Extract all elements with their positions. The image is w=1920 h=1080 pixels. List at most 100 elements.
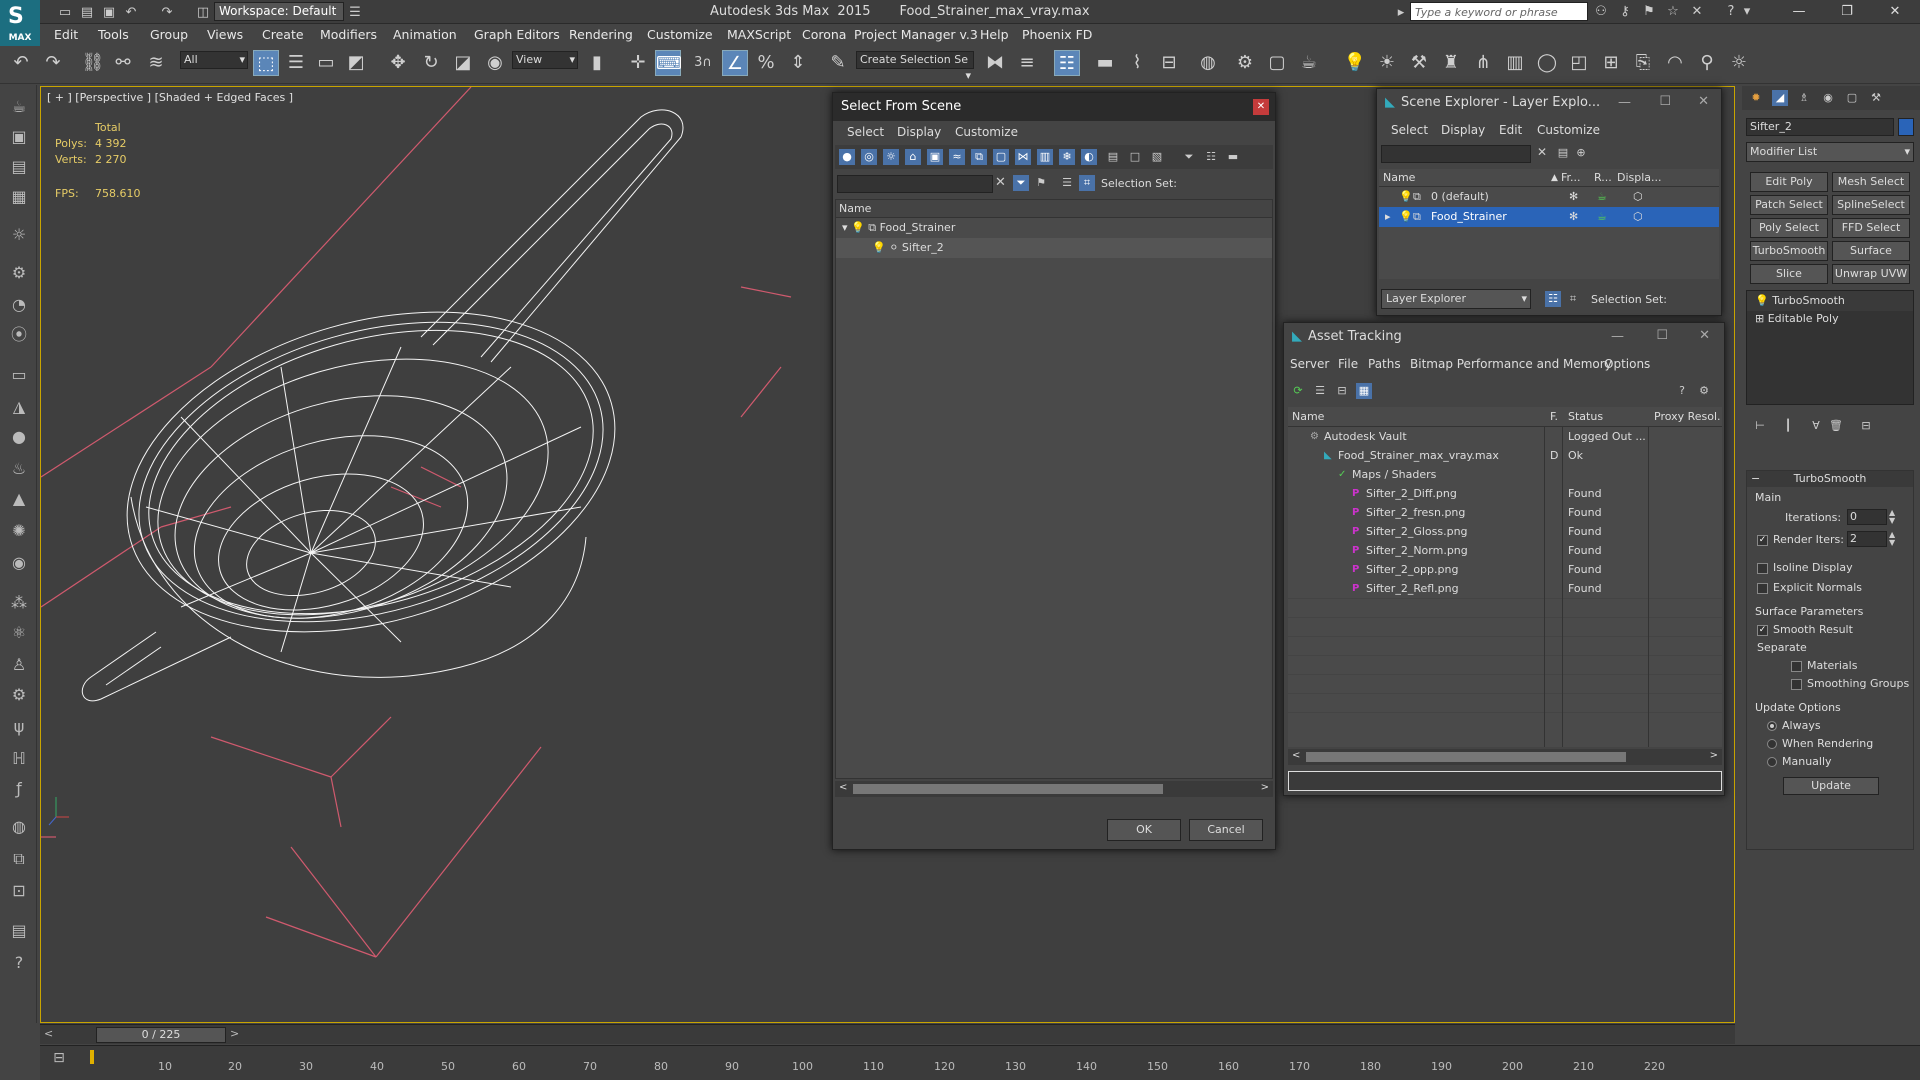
isoline-display-row[interactable]: Isoline Display — [1757, 561, 1853, 574]
rotate-icon[interactable]: ↻ — [418, 50, 444, 76]
help-dropdown-icon[interactable]: ▾ — [1742, 3, 1752, 21]
scale-icon[interactable]: ◪ — [450, 50, 476, 76]
asset-row[interactable]: P Sifter_2_fresn.png Found — [1288, 503, 1722, 522]
modifier-button[interactable]: Mesh Select — [1832, 172, 1910, 192]
display-shapes-icon[interactable]: ◎ — [861, 149, 877, 165]
display-groups-icon[interactable]: ⧉ — [971, 149, 987, 165]
modifier-button[interactable]: Edit Poly — [1750, 172, 1828, 192]
render-frame-icon[interactable]: ▣ — [6, 124, 32, 150]
create-tab-icon[interactable]: ✹ — [1748, 90, 1764, 106]
light-bulb-icon[interactable]: 💡 — [1342, 50, 1368, 76]
rendered-frame-window-icon[interactable]: ▢ — [1264, 50, 1290, 76]
modifier-list-dropdown[interactable]: Modifier List ▾ — [1746, 142, 1914, 162]
se-search-input[interactable] — [1381, 145, 1531, 163]
asset-row[interactable]: P Sifter_2_Diff.png Found — [1288, 484, 1722, 503]
schematic-view-icon[interactable]: ⊟ — [1156, 50, 1182, 76]
named-selection-set-dropdown[interactable]: Create Selection Se ▾ — [856, 51, 974, 82]
modifier-button[interactable]: TurboSmooth — [1750, 241, 1828, 261]
render-iters-spinner[interactable]: ▲ ▼ — [1889, 531, 1895, 547]
stack-item-turbosmooth[interactable]: 💡 TurboSmooth — [1747, 291, 1913, 311]
vray-render-icon[interactable]: ⚲ — [1694, 50, 1720, 76]
communication-icon[interactable]: ⚑ — [1640, 3, 1658, 21]
menu-maxscript[interactable]: MAXScript — [727, 27, 791, 42]
always-radio[interactable] — [1767, 721, 1777, 731]
col-status[interactable]: Status — [1568, 407, 1603, 427]
scroll-right-icon[interactable]: > — [1710, 750, 1718, 761]
ok-button[interactable]: OK — [1107, 819, 1181, 841]
menu-customize[interactable]: Customize — [647, 27, 713, 42]
iterations-input[interactable]: 0 — [1847, 509, 1887, 525]
clear-search-icon[interactable]: ✕ — [1537, 145, 1547, 159]
filter-settings-icon[interactable]: ⚑ — [1033, 175, 1049, 191]
display-tab-icon[interactable]: ▢ — [1844, 90, 1860, 106]
rectangular-selection-icon[interactable]: ▭ — [313, 50, 339, 76]
menu-project-manager[interactable]: Project Manager v.3 — [854, 27, 978, 42]
teapot-object-icon[interactable]: ♨ — [6, 456, 32, 482]
at-menu-paths[interactable]: Paths — [1368, 357, 1401, 371]
favorites-star-icon[interactable]: ☆ — [1664, 3, 1682, 21]
freeze-icon[interactable]: ✻ — [1569, 187, 1578, 207]
update-when-rendering-row[interactable]: When Rendering — [1767, 737, 1873, 750]
close-icon[interactable]: ✕ — [1698, 94, 1709, 109]
sfs-column-name[interactable]: Name — [836, 200, 1272, 218]
render-production-icon[interactable]: ☕ — [1296, 50, 1322, 76]
modifier-button[interactable]: Slice — [1750, 264, 1828, 284]
modifier-button[interactable]: Surface Select — [1832, 241, 1910, 275]
open-file-icon[interactable]: ▤ — [78, 3, 96, 21]
layer-row-food-strainer[interactable]: ▸ 💡 ⧉ Food_Strainer ✻ ☕ ⬡ — [1379, 207, 1719, 227]
sphere-icon[interactable]: ● — [6, 424, 32, 450]
render-iters-input[interactable]: 2 — [1847, 531, 1887, 547]
new-file-icon[interactable]: ▭ — [56, 3, 74, 21]
box-icon[interactable]: ▭ — [6, 362, 32, 388]
sfs-menu-display[interactable]: Display — [897, 125, 941, 139]
vray-sun-icon[interactable]: ☀ — [1374, 50, 1400, 76]
redo-icon[interactable]: ↷ — [158, 3, 176, 21]
material-editor-icon[interactable]: ◍ — [1195, 50, 1221, 76]
edit-named-selection-icon[interactable]: ✎ — [825, 50, 851, 76]
asset-path-field[interactable] — [1288, 771, 1722, 791]
close-icon[interactable]: ✕ — [1699, 328, 1710, 343]
menu-graph-editors[interactable]: Graph Editors — [474, 27, 560, 42]
workspace-dropdown[interactable]: Workspace: Default ▾ — [214, 2, 344, 35]
asset-tracking-title[interactable]: ◣ Asset Tracking — ☐ ✕ — [1284, 323, 1724, 351]
asset-horizontal-scrollbar[interactable]: < > — [1288, 749, 1722, 765]
pivot-center-icon[interactable]: ▮ — [584, 50, 610, 76]
sound-icon[interactable]: ◔ — [6, 292, 32, 318]
asset-row[interactable]: ✓ Maps / Shaders — [1288, 465, 1722, 484]
refresh-icon[interactable]: ⟳ — [1290, 383, 1306, 399]
display-spacewarps-icon[interactable]: ≈ — [949, 149, 965, 165]
scroll-right-icon[interactable]: > — [1261, 782, 1269, 793]
minimize-icon[interactable]: — — [1611, 329, 1624, 344]
settings-icon[interactable]: ⚙ — [1696, 383, 1712, 399]
settings-gear-icon[interactable]: ⚙ — [6, 682, 32, 708]
unlink-icon[interactable]: ⚯ — [110, 50, 136, 76]
display-geometry-icon[interactable]: ● — [839, 149, 855, 165]
vray-fur-icon[interactable]: ⋔ — [1470, 50, 1496, 76]
filter-toggle-icon[interactable]: ⏷ — [1013, 175, 1029, 191]
se-menu-display[interactable]: Display — [1441, 123, 1485, 137]
vray-light-lister-icon[interactable]: ☼ — [1726, 50, 1752, 76]
layer-mode-icon[interactable]: ☷ — [1545, 291, 1561, 307]
time-slider-thumb[interactable]: 0 / 225 — [96, 1027, 226, 1043]
light-bulb-icon[interactable]: 💡 — [1399, 207, 1413, 227]
close-window-icon[interactable]: ✕ — [1878, 2, 1912, 22]
vray-proxy-icon[interactable]: ♜ — [1438, 50, 1464, 76]
menu-help[interactable]: Help — [980, 27, 1009, 42]
menu-group[interactable]: Group — [150, 27, 188, 42]
mini-curve-editor-icon[interactable]: ⊟ — [48, 1050, 70, 1072]
vray-camera-icon[interactable]: ⎘ — [1630, 50, 1656, 76]
script-icon[interactable]: ⊡ — [6, 878, 32, 904]
configure-sets-icon[interactable]: ⊟ — [1858, 418, 1874, 434]
curve-editor-icon[interactable]: ⌇ — [1124, 50, 1150, 76]
col-renderable[interactable]: R... — [1594, 169, 1612, 187]
render-teapot-icon[interactable]: ☕ — [1597, 187, 1607, 207]
scroll-thumb[interactable] — [1306, 752, 1626, 762]
smoothing-groups-row[interactable]: Smoothing Groups — [1791, 677, 1909, 690]
new-layer-icon[interactable]: ▤ — [1555, 145, 1571, 161]
hierarchy-mode-icon[interactable]: ⌗ — [1565, 291, 1581, 307]
at-menu-file[interactable]: File — [1338, 357, 1358, 371]
display-helpers-icon[interactable]: ▣ — [927, 149, 943, 165]
scroll-left-icon[interactable]: < — [839, 782, 847, 793]
undo-icon[interactable]: ↶ — [122, 3, 140, 21]
maximize-icon[interactable]: ☐ — [1659, 94, 1671, 109]
